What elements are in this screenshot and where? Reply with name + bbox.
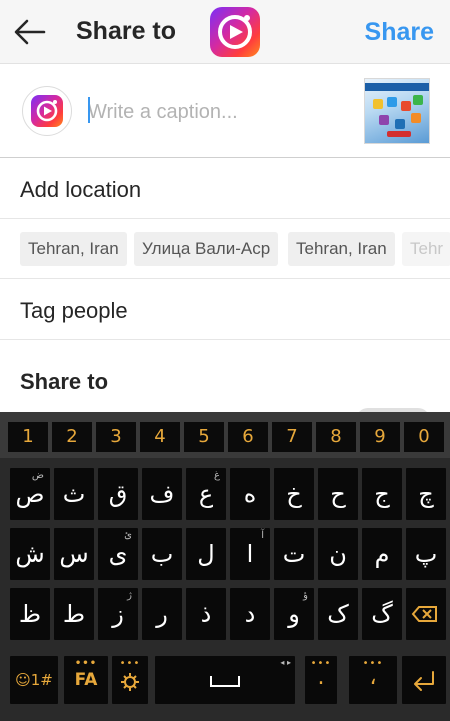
key-letter[interactable]: م (362, 528, 402, 580)
top-bar: Share to Share (0, 0, 450, 64)
key-letter[interactable]: پ (406, 528, 446, 580)
comma-key[interactable]: ••• ، (349, 656, 397, 704)
key-letter[interactable]: ؤو (274, 588, 314, 640)
page-title: Share to (76, 17, 177, 45)
key-letter[interactable]: ه (230, 468, 270, 520)
key-letter[interactable]: ر (142, 588, 182, 640)
key-letter[interactable]: ق (98, 468, 138, 520)
location-chip[interactable]: Улица Вали-Аср (134, 232, 279, 266)
key-letter[interactable]: ف (142, 468, 182, 520)
location-suggestions: Tehran, Iran Улица Вали-Аср Tehran, Iran… (0, 219, 450, 279)
key-letter[interactable]: ط (54, 588, 94, 640)
add-location-row[interactable]: Add location (0, 159, 450, 219)
key-2[interactable]: 2 (52, 422, 92, 452)
key-letter[interactable]: ضص (10, 468, 50, 520)
text-cursor (88, 97, 90, 123)
avatar (22, 86, 72, 136)
period-key[interactable]: •••. (305, 656, 337, 704)
caption-input[interactable] (88, 94, 338, 130)
key-letter[interactable]: ت (274, 528, 314, 580)
settings-key[interactable]: ••• (112, 656, 148, 704)
location-chip[interactable]: Tehran, Iran (20, 232, 127, 266)
key-letter[interactable]: ژز (98, 588, 138, 640)
enter-icon (414, 671, 434, 691)
language-key[interactable]: ••• FA (64, 656, 108, 704)
key-1[interactable]: 1 (8, 422, 48, 452)
key-8[interactable]: 8 (316, 422, 356, 452)
key-letter[interactable]: ذ (186, 588, 226, 640)
location-chip[interactable]: Tehr (402, 232, 450, 266)
key-letter[interactable]: ح (318, 468, 358, 520)
app-logo-icon (31, 95, 63, 127)
number-row: 1 2 3 4 5 6 7 8 9 0 (0, 412, 450, 458)
caption-row (0, 64, 450, 158)
key-3[interactable]: 3 (96, 422, 136, 452)
key-letter[interactable]: ئی (98, 528, 138, 580)
key-letter[interactable]: چ (406, 468, 446, 520)
key-6[interactable]: 6 (228, 422, 268, 452)
key-letter[interactable]: ک (318, 588, 358, 640)
post-thumbnail[interactable] (364, 78, 430, 144)
key-letter[interactable]: ج (362, 468, 402, 520)
key-letter[interactable]: ظ (10, 588, 50, 640)
share-to-heading: Share to (20, 369, 109, 394)
backspace-key[interactable] (406, 588, 446, 640)
share-button[interactable]: Share (365, 18, 434, 47)
key-5[interactable]: 5 (184, 422, 224, 452)
key-letter[interactable]: ن (318, 528, 358, 580)
key-letter[interactable]: ل (186, 528, 226, 580)
location-chip[interactable]: Tehran, Iran (288, 232, 395, 266)
key-0[interactable]: 0 (404, 422, 444, 452)
enter-key[interactable] (402, 656, 446, 704)
key-9[interactable]: 9 (360, 422, 400, 452)
space-bar-icon (210, 676, 240, 687)
space-bar[interactable]: ◂ ▸ (155, 656, 295, 704)
key-letter[interactable]: ب (142, 528, 182, 580)
tag-people-row[interactable]: Tag people (0, 280, 450, 340)
tag-people-label: Tag people (20, 298, 128, 323)
app-logo-icon (210, 7, 260, 57)
keyboard: 1 2 3 4 5 6 7 8 9 0 چ ج ح خ ه غع ف ق ث ض… (0, 412, 450, 721)
share-to-section: Share to (0, 340, 450, 412)
key-letter[interactable]: ش (10, 528, 50, 580)
key-7[interactable]: 7 (272, 422, 312, 452)
backspace-icon (411, 606, 437, 622)
key-4[interactable]: 4 (140, 422, 180, 452)
back-arrow-icon[interactable] (12, 16, 48, 48)
key-letter[interactable]: س (54, 528, 94, 580)
key-letter[interactable]: گ (362, 588, 402, 640)
key-letter[interactable]: آا (230, 528, 270, 580)
key-letter[interactable]: غع (186, 468, 226, 520)
key-letter[interactable]: ث (54, 468, 94, 520)
key-letter[interactable]: خ (274, 468, 314, 520)
add-location-label: Add location (20, 177, 142, 202)
key-letter[interactable]: د (230, 588, 270, 640)
emoji-symbols-key[interactable]: ☺1# (10, 656, 58, 704)
